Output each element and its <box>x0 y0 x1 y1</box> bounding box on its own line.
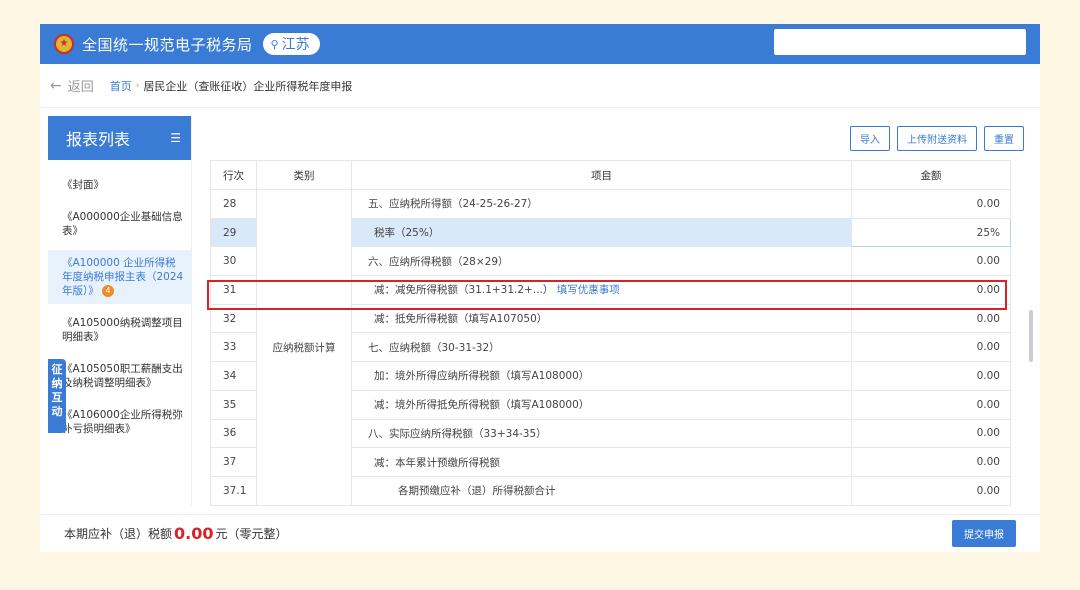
app-window: ★ 全国统一规范电子税务局 ⚲ 江苏 ← 返回 首页 › 居民企业（查账征收）企… <box>40 24 1040 552</box>
row-amount[interactable]: 0.00 <box>851 275 1011 305</box>
sidebar-item-badge: 4 <box>102 285 115 297</box>
report-table-container: 行次 类别 项目 金额 28 应纳税额计算 五、应纳税所得额（24-25-26-… <box>210 160 1024 506</box>
row-no: 34 <box>210 361 257 391</box>
row-no: 37 <box>210 447 257 477</box>
col-header-row-no: 行次 <box>210 160 257 190</box>
col-header-category: 类别 <box>256 160 352 190</box>
table-header-row: 行次 类别 项目 金额 <box>210 160 1011 190</box>
sidebar-item-a100000[interactable]: 《A100000 企业所得税年度纳税申报主表（2024年版）》 4 <box>48 250 191 304</box>
row-no: 30 <box>210 246 257 277</box>
tax-emblem-icon: ★ <box>54 34 74 54</box>
row-item: 各期预缴应补（退）所得税额合计 <box>351 475 852 506</box>
toolbar: 导入 上传附送资料 重置 <box>192 116 1040 160</box>
row-amount[interactable]: 0.00 <box>851 189 1011 219</box>
menu-toggle-icon[interactable]: ☰ <box>170 131 181 145</box>
row-item: 七、应纳税额（30-31-32） <box>351 332 852 363</box>
interaction-float-tab[interactable]: 征纳互动 <box>48 359 66 433</box>
footer-bar: 本期应补（退）税额 0.00 元（零元整） 提交申报 <box>40 514 1040 552</box>
row-amount[interactable]: 0.00 <box>851 418 1011 449</box>
import-button[interactable]: 导入 <box>850 125 890 151</box>
row-no: 31 <box>210 275 257 305</box>
search-input[interactable] <box>774 29 1026 55</box>
row-amount[interactable]: 0.00 <box>851 332 1011 363</box>
row-amount[interactable]: 0.00 <box>851 246 1011 277</box>
sidebar-item-label: 《A000000企业基础信息表》 <box>62 211 183 237</box>
sidebar-item-label: 《A105050职工薪酬支出及纳税调整明细表》 <box>62 363 183 389</box>
report-content: 导入 上传附送资料 重置 行次 类别 项目 金额 28 应纳税额计算 五、应纳税… <box>191 116 1040 506</box>
breadcrumb-home-link[interactable]: 首页 <box>110 78 132 94</box>
payable-amount: 0.00 <box>174 524 214 543</box>
row-no: 36 <box>210 418 257 449</box>
sidebar-title: 报表列表 <box>66 130 131 149</box>
breadcrumb-current: 居民企业（查账征收）企业所得税年度申报 <box>143 79 353 93</box>
row-item: 五、应纳税所得额（24-25-26-27） <box>351 189 852 219</box>
row-no: 28 <box>210 189 257 219</box>
report-list-sidebar: 报表列表 ☰ 《封面》 《A000000企业基础信息表》 《A100000 企业… <box>48 116 191 506</box>
back-button[interactable]: ← 返回 <box>50 76 94 96</box>
sidebar-item-a105000[interactable]: 《A105000纳税调整项目明细表》 <box>48 310 191 350</box>
row-amount[interactable]: 0.00 <box>851 303 1011 334</box>
table-scrollbar[interactable] <box>1028 160 1036 506</box>
back-label: 返回 <box>67 80 94 95</box>
row-amount[interactable]: 0.00 <box>851 475 1011 506</box>
row-no: 37.1 <box>210 475 257 506</box>
row-item: 六、应纳所得税额（28×29） <box>351 246 852 277</box>
sidebar-item-label: 《A100000 企业所得税年度纳税申报主表（2024年版）》 <box>62 257 184 297</box>
payable-label: 本期应补（退）税额 <box>64 527 173 541</box>
fill-preference-link[interactable]: 填写优惠事项 <box>557 284 620 296</box>
sidebar-item-cover[interactable]: 《封面》 <box>48 172 191 198</box>
category-cell: 应纳税额计算 <box>256 189 352 506</box>
site-title: 全国统一规范电子税务局 <box>82 35 253 54</box>
row-item: 八、实际应纳所得税额（33+34-35） <box>351 418 852 449</box>
row-item: 减：抵免所得税额（填写A107050） <box>351 303 852 334</box>
top-header: ★ 全国统一规范电子税务局 ⚲ 江苏 <box>40 24 1040 64</box>
breadcrumb-bar: ← 返回 首页 › 居民企业（查账征收）企业所得税年度申报 <box>40 64 1040 108</box>
payable-unit: 元（零元整） <box>215 527 288 541</box>
back-arrow-icon: ← <box>50 77 62 94</box>
row-amount[interactable]: 0.00 <box>851 361 1011 391</box>
region-label: 江苏 <box>281 37 310 53</box>
sidebar-item-a106000[interactable]: 《A106000企业所得税弥补亏损明细表》 <box>48 402 191 442</box>
sidebar-item-a000000[interactable]: 《A000000企业基础信息表》 <box>48 204 191 244</box>
row-no: 32 <box>210 303 257 334</box>
row-item: 减：减免所得税额（31.1+31.2+...） <box>374 284 554 297</box>
row-item: 减：本年累计预缴所得税额 <box>351 447 852 477</box>
sidebar-item-label: 《A105000纳税调整项目明细表》 <box>62 317 183 343</box>
row-no: 29 <box>210 217 257 248</box>
reset-button[interactable]: 重置 <box>984 125 1024 151</box>
submit-declaration-button[interactable]: 提交申报 <box>952 520 1016 547</box>
sidebar-header: 报表列表 ☰ <box>48 116 191 160</box>
row-item-cell: 减：减免所得税额（31.1+31.2+...） 填写优惠事项 <box>351 275 852 305</box>
scrollbar-thumb[interactable] <box>1029 310 1033 362</box>
report-table: 行次 类别 项目 金额 28 应纳税额计算 五、应纳税所得额（24-25-26-… <box>210 160 1011 506</box>
breadcrumb-separator: › <box>135 80 140 91</box>
row-item: 减：境外所得抵免所得税额（填写A108000） <box>351 389 852 420</box>
row-amount-input[interactable]: 25% <box>851 217 1011 248</box>
row-no: 35 <box>210 389 257 420</box>
row-no: 33 <box>210 332 257 363</box>
col-header-item: 项目 <box>351 160 852 190</box>
sidebar-item-label: 《封面》 <box>62 179 104 191</box>
sidebar-item-label: 《A106000企业所得税弥补亏损明细表》 <box>62 409 183 435</box>
sidebar-item-a105050[interactable]: 《A105050职工薪酬支出及纳税调整明细表》 <box>48 356 191 396</box>
table-row: 28 应纳税额计算 五、应纳税所得额（24-25-26-27） 0.00 <box>210 189 1011 506</box>
row-amount[interactable]: 0.00 <box>851 389 1011 420</box>
row-amount[interactable]: 0.00 <box>851 447 1011 477</box>
location-pin-icon: ⚲ <box>270 37 279 51</box>
region-selector[interactable]: ⚲ 江苏 <box>262 33 320 55</box>
row-item: 税率（25%） <box>351 217 852 248</box>
upload-attachments-button[interactable]: 上传附送资料 <box>897 125 977 151</box>
row-item: 加：境外所得应纳所得税额（填写A108000） <box>351 361 852 391</box>
col-header-amount: 金额 <box>851 160 1011 190</box>
main-area: 报表列表 ☰ 《封面》 《A000000企业基础信息表》 《A100000 企业… <box>48 116 1040 506</box>
